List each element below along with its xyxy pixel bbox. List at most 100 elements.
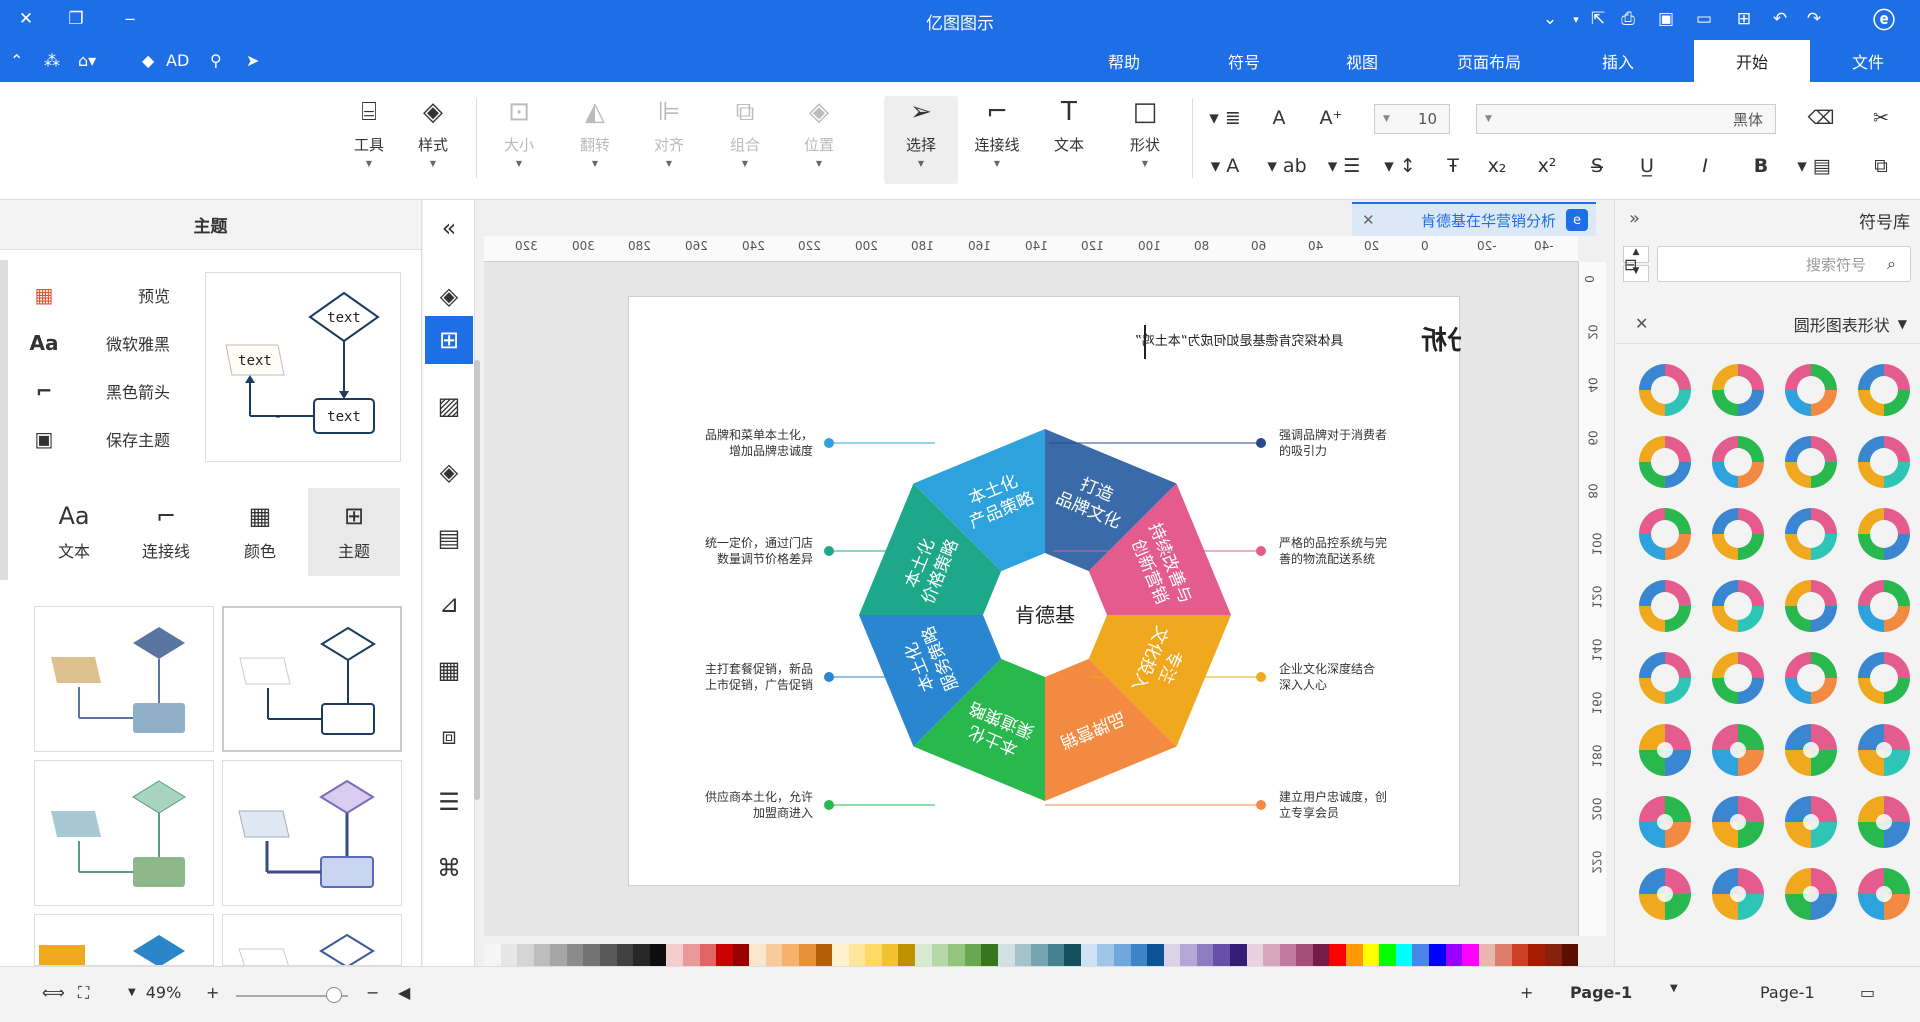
library-section-header[interactable]: ✕ 圆形图表形状 ▼ (1615, 304, 1920, 344)
page-label[interactable]: Page-1 (1760, 983, 1815, 1002)
color-swatch[interactable] (616, 944, 634, 966)
color-swatch[interactable] (1545, 944, 1562, 966)
send-icon[interactable]: ➤ (246, 48, 259, 72)
library-shape[interactable] (1783, 434, 1839, 490)
image-icon[interactable]: ▨ (425, 382, 473, 430)
color-swatch[interactable] (798, 944, 816, 966)
open-folder-icon[interactable]: ▭ (1692, 7, 1716, 31)
italic-icon[interactable]: I (1690, 152, 1720, 180)
library-shape[interactable] (1710, 650, 1766, 706)
new-file-icon[interactable]: ⊞ (1732, 7, 1756, 31)
group-button[interactable]: ⧉ 组合 ▼ (716, 96, 774, 184)
apps-icon[interactable]: ⁂ (44, 48, 60, 72)
color-swatch[interactable] (1561, 944, 1579, 966)
more-icon[interactable]: ▾ (1564, 7, 1588, 31)
superscript-icon[interactable]: x² (1532, 152, 1562, 180)
active-page-tab[interactable]: Page-1 (1570, 983, 1632, 1002)
color-swatch[interactable] (832, 944, 849, 966)
library-shape[interactable] (1783, 794, 1839, 850)
option-preview[interactable]: ▦ 预览 (30, 280, 170, 310)
color-swatch[interactable] (1379, 944, 1396, 966)
tab-home[interactable]: 开始 (1694, 40, 1810, 82)
option-save-theme[interactable]: ▣ 保存主题 (30, 424, 170, 454)
color-swatch[interactable] (1478, 944, 1496, 966)
library-shape[interactable] (1856, 434, 1912, 490)
symbol-search-input[interactable]: ⊟ 搜索符号 ⌕ (1624, 246, 1911, 282)
drawing-canvas[interactable]: 肯德基在华营销分析 具体探究肯德基是如何成为“本土鸡” 打造品牌文化持续改善与创… (484, 262, 1655, 936)
search-icon[interactable]: ⌕ (1887, 254, 1896, 274)
option-font[interactable]: Aa 微软雅黑 (30, 328, 170, 358)
dropdown-icon[interactable]: ⌄ (1538, 7, 1562, 31)
color-swatch[interactable] (517, 944, 534, 966)
color-swatch[interactable] (1014, 944, 1032, 966)
library-shape[interactable] (1856, 794, 1912, 850)
color-swatch[interactable] (1346, 944, 1363, 966)
zoom-slider-handle[interactable] (326, 987, 342, 1003)
theme-grid-icon[interactable]: ⊞ (425, 316, 473, 364)
drawing-page[interactable]: 肯德基在华营销分析 具体探究肯德基是如何成为“本土鸡” 打造品牌文化持续改善与创… (628, 296, 1655, 886)
option-arrow[interactable]: ⌐ 黑色箭头 (30, 376, 170, 406)
library-shape[interactable] (1637, 650, 1693, 706)
theme-thumbnail[interactable] (34, 606, 214, 752)
color-swatch[interactable] (1180, 944, 1197, 966)
bullets-icon[interactable]: ▾ ☰ (1322, 152, 1366, 180)
undo-icon[interactable]: ↶ (1768, 7, 1792, 31)
library-shape[interactable] (1783, 650, 1839, 706)
color-swatch[interactable] (1263, 944, 1280, 966)
library-shape[interactable] (1637, 362, 1693, 418)
theme-thumbnail[interactable] (34, 914, 214, 966)
library-shape[interactable] (1856, 650, 1912, 706)
size-button[interactable]: ⊡ 大小 ▼ (490, 96, 548, 184)
print-icon[interactable]: ⎙ (1616, 7, 1640, 31)
library-shape[interactable] (1856, 506, 1912, 562)
library-shape[interactable] (1710, 866, 1766, 922)
color-swatch[interactable] (1462, 944, 1479, 966)
font-family-select[interactable]: ▼ 黑体 (1476, 104, 1776, 134)
library-shape[interactable] (1710, 722, 1766, 778)
color-swatch[interactable] (1395, 944, 1413, 966)
color-swatch[interactable] (566, 944, 584, 966)
color-swatch[interactable] (1080, 944, 1098, 966)
text-format-icon[interactable]: Ŧ (1438, 152, 1468, 180)
table-icon[interactable]: ▦ (425, 646, 473, 694)
color-swatch[interactable] (997, 944, 1015, 966)
color-swatch[interactable] (815, 944, 833, 966)
library-shape[interactable] (1783, 578, 1839, 634)
select-button[interactable]: ➢ 选择 ▼ (884, 96, 958, 184)
library-shape[interactable] (1783, 722, 1839, 778)
color-swatch[interactable] (666, 944, 683, 966)
color-swatch[interactable] (1213, 944, 1231, 966)
collapse-icon[interactable]: » (1629, 208, 1640, 229)
bold-icon[interactable]: B (1746, 152, 1776, 180)
color-swatch[interactable] (881, 944, 899, 966)
color-swatch[interactable] (1329, 944, 1347, 966)
color-swatch[interactable] (1064, 944, 1081, 966)
color-swatch[interactable] (1196, 944, 1214, 966)
color-swatch[interactable] (782, 944, 799, 966)
color-swatch[interactable] (1047, 944, 1065, 966)
tab-view[interactable]: 视图 (1314, 40, 1410, 82)
ad-label[interactable]: AD (166, 48, 189, 72)
tab-page-layout[interactable]: 页面布局 (1430, 40, 1548, 82)
tab-symbol[interactable]: 符号 (1196, 40, 1292, 82)
save-icon[interactable]: ▣ (1654, 7, 1678, 31)
layers-icon[interactable]: ◈ (425, 448, 473, 496)
color-swatch[interactable] (484, 944, 501, 966)
line-spacing-icon[interactable]: ▾ ↕ (1378, 152, 1422, 180)
library-shape[interactable] (1637, 722, 1693, 778)
color-swatch[interactable] (682, 944, 700, 966)
color-swatch[interactable] (533, 944, 551, 966)
library-shape[interactable] (1856, 722, 1912, 778)
font-color-icon[interactable]: ▾ A (1200, 152, 1250, 180)
library-shape[interactable] (1710, 506, 1766, 562)
color-swatch[interactable] (1495, 944, 1512, 966)
category-color[interactable]: ▦ 颜色 (214, 488, 306, 576)
style-button[interactable]: ◈ 样式 ▼ (404, 96, 462, 184)
color-swatch[interactable] (1528, 944, 1545, 966)
highlight-icon[interactable]: ▾ ab (1262, 152, 1312, 180)
shape-button[interactable]: □ 形状 ▼ (1116, 96, 1174, 184)
tab-help[interactable]: 帮助 (1076, 40, 1172, 82)
color-swatch[interactable] (583, 944, 601, 966)
document-icon[interactable]: ▤ (425, 514, 473, 562)
color-swatch[interactable] (1362, 944, 1380, 966)
